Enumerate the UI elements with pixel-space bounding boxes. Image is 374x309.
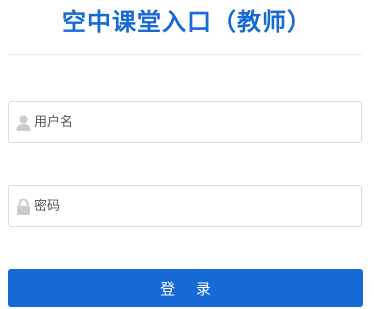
login-button[interactable]: 登 录 [8, 269, 363, 307]
login-page: 空中课堂入口（教师） 登 录 [0, 0, 374, 309]
username-input[interactable] [34, 102, 354, 142]
user-icon [16, 115, 31, 131]
title-divider [8, 54, 362, 55]
username-field[interactable] [8, 101, 362, 143]
page-title: 空中课堂入口（教师） [62, 8, 312, 36]
password-input[interactable] [34, 186, 354, 226]
lock-icon [16, 198, 31, 215]
password-field[interactable] [8, 185, 362, 227]
